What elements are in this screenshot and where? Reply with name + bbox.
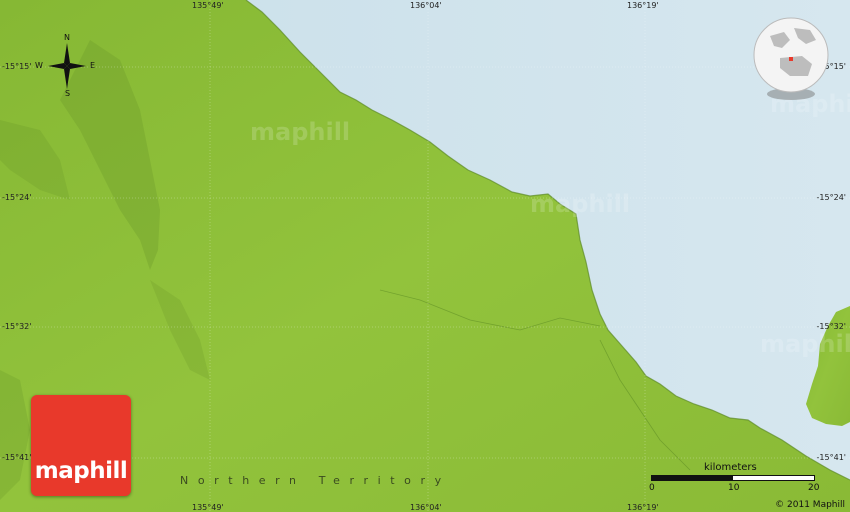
latitude-label: -15°41' [2,453,32,462]
watermark: maphill [250,118,351,146]
scale-tick: 0 [649,483,655,493]
longitude-label-bottom: 136°04' [410,503,442,512]
compass-star-icon [48,43,86,89]
latitude-label: -15°32' [2,322,32,331]
scale-tick: 10 [728,483,740,493]
latitude-label-right: -15°41' [816,453,846,462]
longitude-label: 136°19' [627,1,659,10]
scale-title: kilometers [704,462,757,473]
latitude-label-right: -15°24' [816,193,846,202]
longitude-label-bottom: 135°49' [192,503,224,512]
latitude-label: -15°15' [2,62,32,71]
compass-east: E [90,61,96,70]
longitude-label: 135°49' [192,1,224,10]
copyright-notice: © 2011 Maphill [775,500,845,510]
region-label: Northern Territory [180,474,451,487]
watermark: maphill [530,190,631,218]
scale-tick: 20 [808,483,820,493]
scale-bar-graphic [651,475,815,481]
locator-globe [750,14,832,104]
longitude-label-bottom: 136°19' [627,503,659,512]
logo-text: maphill [34,458,128,484]
latitude-label-right: -15°32' [816,322,846,331]
compass-west: W [35,61,43,70]
longitude-label: 136°04' [410,1,442,10]
watermark: maphill [760,330,850,358]
map-canvas[interactable]: maphill maphill maphill maphill -15°15' … [0,0,850,512]
scale-bar: kilometers 0 10 20 [648,462,820,493]
compass-rose: N S E W [35,33,95,99]
maphill-logo[interactable]: maphill [31,395,131,496]
latitude-label: -15°24' [2,193,32,202]
globe-icon [753,17,829,100]
